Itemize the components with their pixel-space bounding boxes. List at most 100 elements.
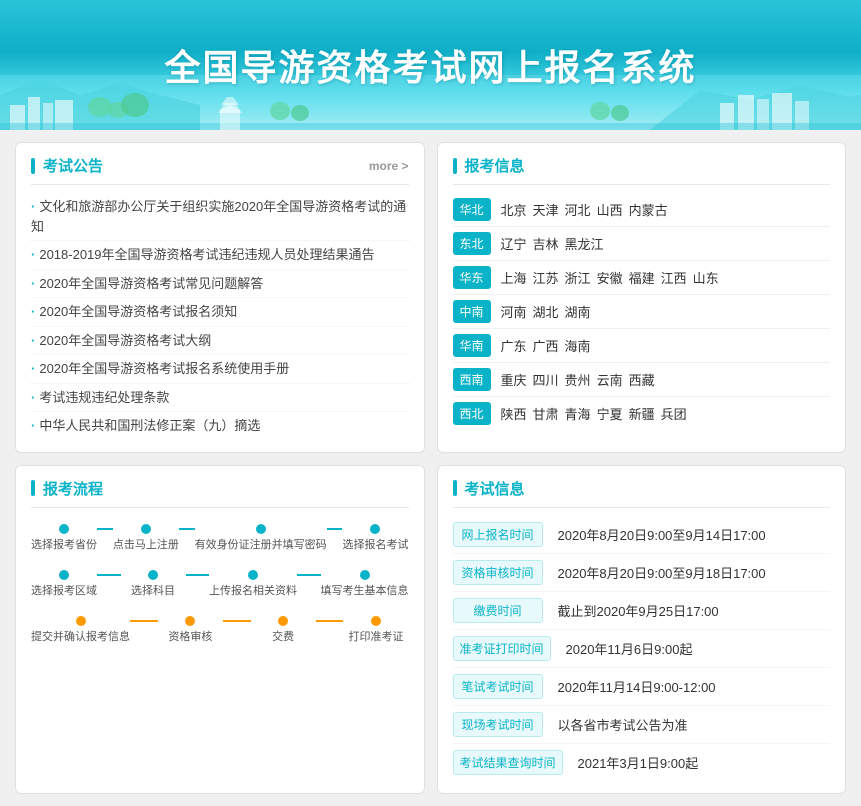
region-city[interactable]: 云南	[597, 370, 623, 389]
region-city[interactable]: 江苏	[533, 268, 559, 287]
flow-dot	[256, 524, 266, 534]
flow-step: 资格审核	[158, 616, 223, 644]
flow-line	[130, 620, 158, 622]
flow-step: 打印准考证	[343, 616, 408, 644]
region-city[interactable]: 内蒙古	[629, 200, 668, 219]
notice-more-link[interactable]: more >	[369, 159, 409, 173]
flow-step-label: 选择科目	[131, 584, 175, 598]
region-city[interactable]: 西藏	[629, 370, 655, 389]
region-city[interactable]: 浙江	[565, 268, 591, 287]
region-cities: 重庆四川贵州云南西藏	[501, 370, 655, 389]
notice-title: 考试公告	[31, 155, 103, 176]
notice-list-item[interactable]: 2020年全国导游资格考试常见问题解答	[31, 270, 409, 299]
flow-line	[316, 620, 344, 622]
exam-card: 考试信息 网上报名时间2020年8月20日9:00至9月14日17:00 资格审核…	[437, 465, 847, 794]
flow-title: 报考流程	[31, 478, 103, 499]
region-city[interactable]: 陕西	[501, 404, 527, 423]
region-city[interactable]: 宁夏	[597, 404, 623, 423]
region-cities: 广东广西海南	[501, 336, 591, 355]
region-row: 西北陕西甘肃青海宁夏新疆兵团	[453, 397, 831, 430]
flow-step-label: 点击马上注册	[113, 538, 179, 552]
exam-info-value: 2021年3月1日9:00起	[578, 753, 699, 772]
region-city[interactable]: 新疆	[629, 404, 655, 423]
notice-list-item[interactable]: 中华人民共和国刑法修正案（九）摘选	[31, 412, 409, 440]
region-city[interactable]: 辽宁	[501, 234, 527, 253]
notice-list-item[interactable]: 文化和旅游部办公厅关于组织实施2020年全国导游资格考试的通知	[31, 193, 409, 241]
region-tag: 西北	[453, 402, 491, 425]
flow-dot	[141, 524, 151, 534]
region-city[interactable]: 安徽	[597, 268, 623, 287]
flow-step-label: 填写考生基本信息	[321, 584, 409, 598]
region-city[interactable]: 青海	[565, 404, 591, 423]
exam-info-value: 2020年8月20日9:00至9月18日17:00	[558, 563, 766, 582]
flow-dot	[278, 616, 288, 626]
region-city[interactable]: 江西	[661, 268, 687, 287]
notice-card-header: 考试公告 more >	[31, 155, 409, 185]
region-city[interactable]: 黑龙江	[565, 234, 604, 253]
region-tag: 华北	[453, 198, 491, 221]
region-tag: 华东	[453, 266, 491, 289]
region-city[interactable]: 海南	[565, 336, 591, 355]
header: 全国导游资格考试网上报名系统	[0, 0, 861, 130]
notice-list-item[interactable]: 2018-2019年全国导游资格考试违纪违规人员处理结果通告	[31, 241, 409, 270]
exam-card-header: 考试信息	[453, 478, 831, 508]
flow-dot	[360, 570, 370, 580]
region-city[interactable]: 吉林	[533, 234, 559, 253]
flow-row: 提交并确认报考信息资格审核交费打印准考证	[31, 616, 409, 644]
flow-step-label: 有效身份证注册并填写密码	[195, 538, 327, 552]
exam-info-row: 准考证打印时间2020年11月6日9:00起	[453, 630, 831, 668]
region-city[interactable]: 广西	[533, 336, 559, 355]
region-title: 报考信息	[453, 155, 525, 176]
flow-line	[223, 620, 251, 622]
exam-info-row: 考试结果查询时间2021年3月1日9:00起	[453, 744, 831, 781]
region-city[interactable]: 湖南	[565, 302, 591, 321]
region-city[interactable]: 山西	[597, 200, 623, 219]
region-card: 报考信息 华北北京天津河北山西内蒙古东北辽宁吉林黑龙江华东上海江苏浙江安徽福建江…	[437, 142, 847, 453]
notice-list-item[interactable]: 考试违规违纪处理条款	[31, 384, 409, 413]
flow-line	[97, 528, 113, 530]
region-city[interactable]: 贵州	[565, 370, 591, 389]
region-city[interactable]: 福建	[629, 268, 655, 287]
region-city[interactable]: 甘肃	[533, 404, 559, 423]
flow-step-label: 选择报考区域	[31, 584, 97, 598]
region-card-header: 报考信息	[453, 155, 831, 185]
exam-info-row: 网上报名时间2020年8月20日9:00至9月14日17:00	[453, 516, 831, 554]
region-city[interactable]: 山东	[693, 268, 719, 287]
region-city[interactable]: 湖北	[533, 302, 559, 321]
flow-card: 报考流程 选择报考省份 点击马上注册 有效身份证注册并填写密码 选择报名考试选择报考区…	[15, 465, 425, 794]
flow-step: 填写考生基本信息	[321, 570, 409, 598]
flow-step-label: 提交并确认报考信息	[31, 630, 130, 644]
region-city[interactable]: 上海	[501, 268, 527, 287]
exam-info-label: 笔试考试时间	[453, 674, 543, 699]
region-tag: 东北	[453, 232, 491, 255]
exam-info-value: 2020年11月6日9:00起	[566, 639, 693, 658]
exam-info-value: 2020年8月20日9:00至9月14日17:00	[558, 525, 766, 544]
region-city[interactable]: 北京	[501, 200, 527, 219]
flow-dot	[59, 524, 69, 534]
notice-card: 考试公告 more > 文化和旅游部办公厅关于组织实施2020年全国导游资格考试…	[15, 142, 425, 453]
notice-list-item[interactable]: 2020年全国导游资格考试报名系统使用手册	[31, 355, 409, 384]
flow-step: 选择报名考试	[342, 524, 408, 552]
flow-step-label: 上传报名相关资料	[209, 584, 297, 598]
region-city[interactable]: 天津	[533, 200, 559, 219]
flow-step-label: 选择报名考试	[342, 538, 408, 552]
flow-step: 选择报考省份	[31, 524, 97, 552]
exam-info-label: 资格审核时间	[453, 560, 543, 585]
region-row: 东北辽宁吉林黑龙江	[453, 227, 831, 261]
main-content: 考试公告 more > 文化和旅游部办公厅关于组织实施2020年全国导游资格考试…	[0, 130, 861, 806]
flow-step-label: 选择报考省份	[31, 538, 97, 552]
flow-step-label: 打印准考证	[348, 630, 403, 644]
flow-card-header: 报考流程	[31, 478, 409, 508]
region-city[interactable]: 重庆	[501, 370, 527, 389]
region-tag: 中南	[453, 300, 491, 323]
region-city[interactable]: 四川	[533, 370, 559, 389]
region-city[interactable]: 广东	[501, 336, 527, 355]
region-city[interactable]: 兵团	[661, 404, 687, 423]
flow-step: 点击马上注册	[113, 524, 179, 552]
flow-container: 选择报考省份 点击马上注册 有效身份证注册并填写密码 选择报名考试选择报考区域 选择科目…	[31, 516, 409, 671]
region-table: 华北北京天津河北山西内蒙古东北辽宁吉林黑龙江华东上海江苏浙江安徽福建江西山东中南…	[453, 193, 831, 430]
region-city[interactable]: 河北	[565, 200, 591, 219]
region-city[interactable]: 河南	[501, 302, 527, 321]
notice-list-item[interactable]: 2020年全国导游资格考试大纲	[31, 327, 409, 356]
notice-list-item[interactable]: 2020年全国导游资格考试报名须知	[31, 298, 409, 327]
